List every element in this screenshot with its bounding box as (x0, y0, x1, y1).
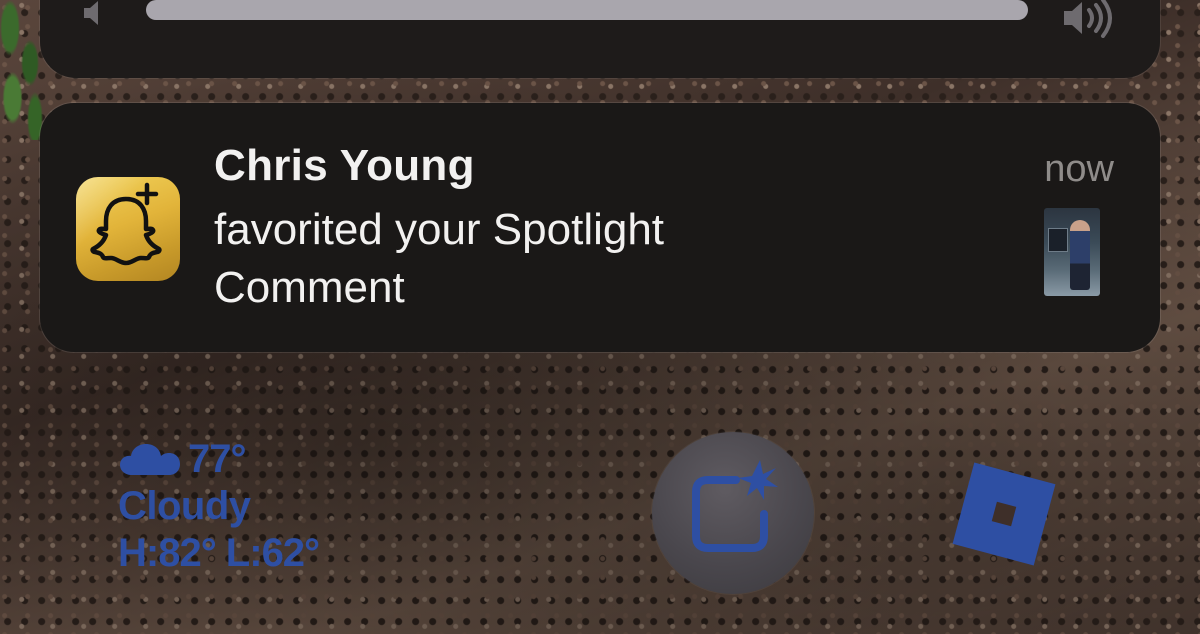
roblox-icon[interactable] (948, 458, 1060, 570)
sparkle-frame-icon (692, 460, 778, 552)
weather-temperature: 77° (188, 436, 246, 481)
thumbnail-person (1070, 220, 1090, 290)
speaker-low-icon (84, 1, 98, 25)
speaker-high-icon (1064, 0, 1112, 38)
snapchat-plus-icon (76, 177, 180, 281)
weather-condition: Cloudy (118, 484, 251, 528)
volume-slider[interactable] (146, 0, 1028, 20)
notification-message: favorited your Spotlight Comment (214, 205, 665, 312)
thumbnail-screen (1048, 228, 1068, 252)
notification-time: now (1044, 148, 1114, 190)
lockscreen-shortcut-button[interactable] (652, 432, 814, 594)
weather-widget[interactable]: 77° Cloudy H:82° L:62° (118, 436, 320, 576)
notification-card[interactable]: Chris Young now favorited your Spotlight… (40, 103, 1160, 352)
weather-high-low: H:82° L:62° (118, 531, 320, 575)
spotlight-thumbnail (1044, 208, 1100, 296)
volume-panel (40, 0, 1160, 78)
notification-title: Chris Young (214, 141, 475, 190)
cloud-icon (120, 444, 180, 475)
